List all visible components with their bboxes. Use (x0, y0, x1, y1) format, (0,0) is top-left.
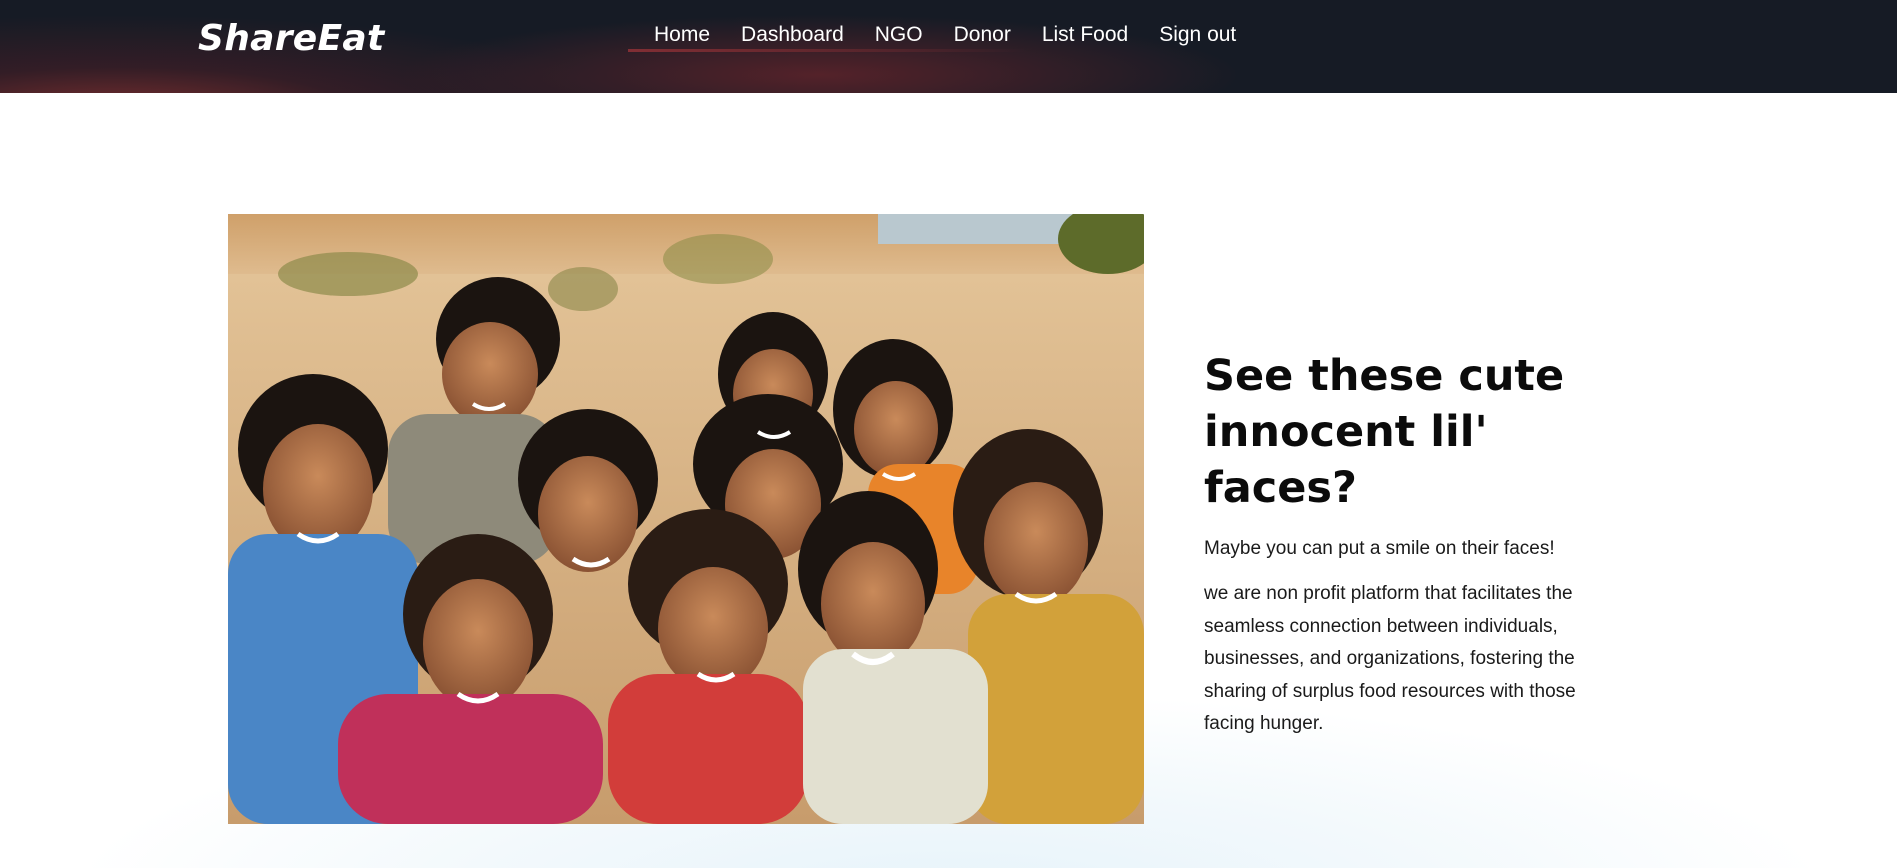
nav-link-ngo[interactable]: NGO (875, 23, 923, 47)
hero-text: See these cute innocent lil' faces? Mayb… (1204, 348, 1624, 741)
nav-links: Home Dashboard NGO Donor List Food Sign … (654, 23, 1267, 47)
hero-description: we are non profit platform that facilita… (1204, 583, 1576, 734)
hero-photo-illustration (228, 214, 1144, 824)
nav-link-home[interactable]: Home (654, 23, 710, 47)
hero-image (228, 214, 1144, 824)
nav-accent-line (628, 49, 1028, 52)
hero-headline: See these cute innocent lil' faces? (1204, 351, 1565, 513)
hero-subtitle: Maybe you can put a smile on their faces… (1204, 538, 1555, 559)
navbar: ShareEat Home Dashboard NGO Donor List F… (0, 0, 1897, 93)
nav-link-list-food[interactable]: List Food (1042, 23, 1128, 47)
nav-link-donor[interactable]: Donor (954, 23, 1011, 47)
nav-link-sign-out[interactable]: Sign out (1159, 23, 1236, 47)
page: ShareEat Home Dashboard NGO Donor List F… (0, 0, 1897, 868)
nav-link-dashboard[interactable]: Dashboard (741, 23, 844, 47)
brand-logo[interactable]: ShareEat (198, 18, 385, 59)
